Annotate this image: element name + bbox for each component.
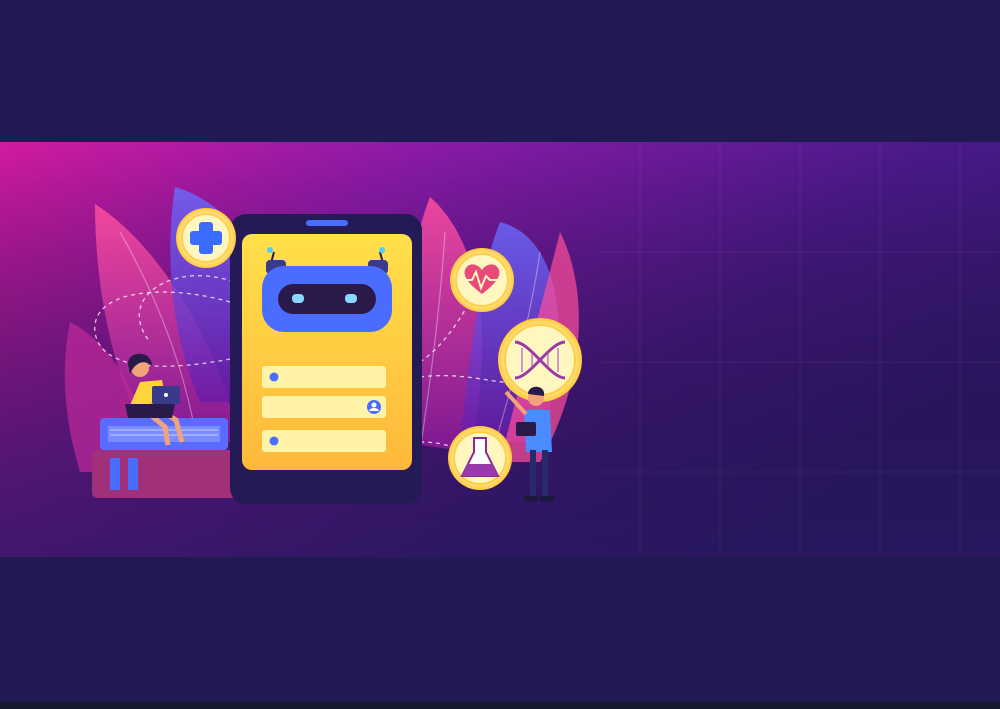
- hero-illustration: [0, 142, 1000, 557]
- chat-bubble: [262, 366, 386, 388]
- medical-cross-icon: [176, 208, 236, 268]
- bottom-band: [0, 557, 1000, 702]
- heartbeat-icon: [450, 248, 514, 312]
- flask-icon: [448, 426, 512, 490]
- banner-frame: [0, 0, 1000, 709]
- chatbot-phone: [230, 214, 422, 504]
- chat-bubble: [262, 430, 386, 452]
- bottom-edge: [0, 702, 1000, 709]
- top-band: [0, 0, 1000, 142]
- chat-message-list: [262, 366, 386, 452]
- bot-avatar-icon: [269, 436, 279, 446]
- bot-avatar-icon: [269, 372, 279, 382]
